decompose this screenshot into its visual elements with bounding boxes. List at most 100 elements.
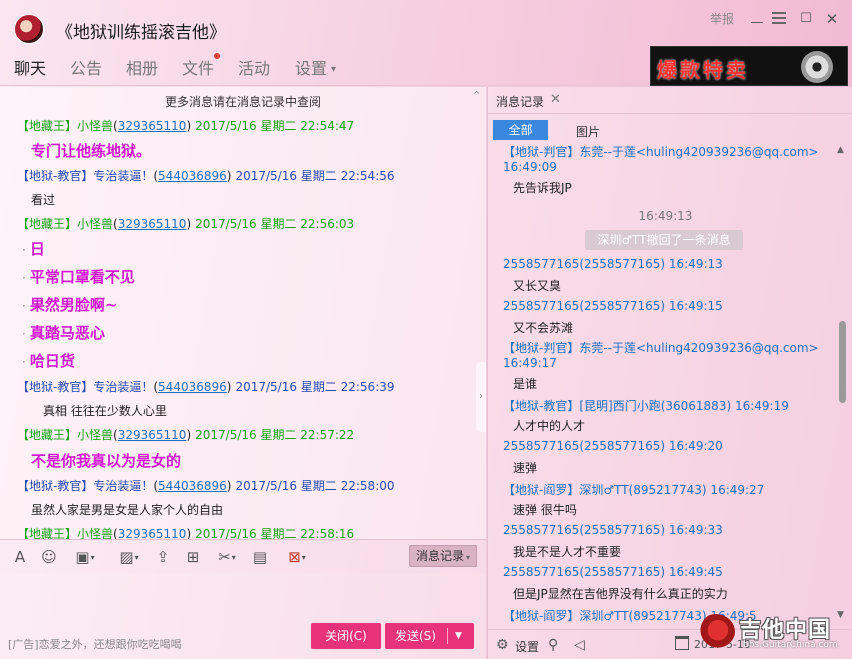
sender-tag: 【地藏王】 — [17, 428, 78, 442]
speaker-icon[interactable]: ◁ — [574, 637, 585, 653]
maximize-button[interactable]: ☐ — [797, 10, 815, 28]
message-content: 虽然人家是男是女是人家个人的自由 — [31, 503, 224, 517]
qq-number[interactable]: 329365110 — [118, 217, 187, 231]
message-input[interactable]: [广告]恋爱之外，还想跟你吃吃喝喝 关闭(C) 发送(S) ▼ — [0, 573, 486, 659]
qq-number[interactable]: 329365110 — [118, 119, 187, 133]
qq-number[interactable]: 544036896 — [158, 380, 227, 394]
chat-area[interactable]: 更多消息请在消息记录中查阅 ⌃ 【地藏王】小怪兽(329365110) 2017/… — [0, 87, 486, 541]
message-time: 2017/5/16 星期二 22:57:22 — [195, 428, 355, 442]
history-message-header[interactable]: 2558577165(2558577165) 16:49:15 — [503, 299, 723, 313]
chevron-down-icon[interactable]: ▼ — [455, 623, 462, 649]
history-message-header[interactable]: 【地狱-阎罗】深圳♂TT(895217743) 16:49:27 — [503, 481, 764, 498]
disc-icon — [801, 51, 833, 83]
filter-images-button[interactable]: 图片 — [576, 123, 600, 140]
qq-paren: ) — [226, 479, 232, 493]
filter-all-button[interactable]: 全部 — [493, 120, 548, 140]
sender-name[interactable]: 小怪兽 — [77, 428, 113, 442]
tab-chat[interactable]: 聊天 — [14, 55, 46, 79]
sender-name[interactable]: 专治装逼！ — [93, 479, 153, 493]
tab-label: 聊天 — [14, 59, 47, 78]
search-icon[interactable]: ⚲ — [548, 637, 558, 653]
history-message-text: 又长又臭 — [513, 279, 562, 293]
gift-button[interactable]: ▣▾ — [68, 547, 102, 567]
message-text: · 平常口罩看不见 — [22, 266, 135, 287]
collapse-icon[interactable]: ⌃ — [472, 89, 484, 102]
history-message-text: 又不会苏滩 — [513, 321, 574, 335]
message-time: 2017/5/16 星期二 22:54:56 — [235, 169, 395, 183]
report-button[interactable]: 举报 — [707, 10, 737, 28]
send-button[interactable]: 发送(S) ▼ — [385, 623, 474, 649]
image-icon: ▨ — [119, 548, 134, 566]
history-message-header[interactable]: 【地狱-教官】[昆明]西门小跑(36061883) 16:49:19 — [503, 397, 789, 414]
message-header: 【地藏王】小怪兽(329365110) 2017/5/16 星期二 22:57:2… — [17, 426, 354, 443]
guitar-logo-icon — [697, 614, 735, 650]
history-settings-label[interactable]: 设置 — [515, 638, 539, 655]
history-message-header[interactable]: 2558577165(2558577165) 16:49:20 — [503, 439, 723, 453]
tab-announcement[interactable]: 公告 — [70, 55, 102, 79]
sender-tag: 【地狱-教官】 — [17, 380, 94, 394]
history-tab[interactable]: 消息记录 — [496, 93, 544, 110]
toggle-panel-handle[interactable]: › — [476, 362, 486, 432]
present-button[interactable]: ⊞ — [182, 547, 204, 567]
scrollbar-thumb[interactable] — [839, 321, 846, 403]
ad-text-link[interactable]: [广告]恋爱之外，还想跟你吃吃喝喝 — [8, 636, 182, 652]
tab-label: 公告 — [70, 59, 103, 78]
tab-album[interactable]: 相册 — [126, 55, 158, 79]
history-message-header[interactable]: 【地狱-判官】东莞--于莲<huling420939236@qq.com> 16… — [503, 145, 833, 175]
divider — [447, 628, 448, 644]
message-text: 不是你我真以为是女的 — [31, 450, 181, 471]
qq-number[interactable]: 544036896 — [158, 169, 227, 183]
menu-icon[interactable] — [772, 12, 786, 24]
bullet-dot: · — [22, 243, 26, 257]
message-history-button[interactable]: 消息记录 ▾ — [409, 545, 477, 567]
qq-number[interactable]: 544036896 — [158, 479, 227, 493]
history-file-icon: ▤ — [252, 548, 268, 566]
history-file-button[interactable]: ▤ — [249, 547, 271, 567]
emoji-button[interactable]: ☺ — [38, 547, 60, 567]
ad-banner[interactable]: 爆款特卖 — [650, 46, 848, 86]
close-button[interactable]: 关闭(C) — [311, 623, 381, 649]
message-text: · 日 — [22, 238, 45, 259]
history-message-header[interactable]: 2558577165(2558577165) 16:49:33 — [503, 523, 723, 537]
font-button[interactable]: A — [9, 547, 31, 567]
system-time: 16:49:13 — [638, 209, 693, 223]
history-message-text: 是谁 — [513, 377, 538, 391]
ad-banner-text: 爆款特卖 — [657, 58, 749, 82]
tab-label: 相册 — [126, 59, 159, 78]
remote-button[interactable]: ⊠▾ — [280, 547, 314, 567]
minimize-button[interactable]: — — [748, 14, 766, 32]
settings-icon[interactable]: ⚙ — [496, 637, 509, 653]
message-text: 真相 往往在少数人心里 — [43, 402, 167, 419]
message-header: 【地藏王】小怪兽(329365110) 2017/5/16 星期二 22:56:0… — [17, 215, 354, 232]
screenshot-button[interactable]: ✂▾ — [210, 547, 244, 567]
chevron-down-icon: ▾ — [90, 553, 95, 562]
sender-name[interactable]: 小怪兽 — [77, 217, 113, 231]
upload-button[interactable]: ⇪ — [152, 547, 174, 567]
tab-files[interactable]: 文件 — [182, 53, 221, 79]
watermark-url: bbs.GuitarChina.com — [743, 640, 838, 650]
tab-settings[interactable]: 设置 ▾ — [295, 55, 336, 79]
sender-tag: 【地藏王】 — [17, 217, 78, 231]
tab-activity[interactable]: 活动 — [238, 55, 270, 79]
group-avatar[interactable] — [14, 14, 44, 44]
history-message-header[interactable]: 【地狱-判官】东莞--于莲<huling420939236@qq.com> 16… — [503, 341, 833, 371]
image-button[interactable]: ▨▾ — [112, 547, 146, 567]
message-time: 2017/5/16 星期二 22:56:39 — [235, 380, 395, 394]
qq-paren: ) — [186, 217, 192, 231]
more-messages-notice[interactable]: 更多消息请在消息记录中查阅 — [0, 93, 486, 110]
close-history-button[interactable]: ✕ — [550, 92, 561, 107]
close-icon: ✕ — [550, 92, 561, 107]
history-message-header[interactable]: 2558577165(2558577165) 16:49:13 — [503, 257, 723, 271]
message-text: 看过 — [31, 191, 55, 208]
calendar-icon[interactable] — [675, 636, 689, 650]
qq-number[interactable]: 329365110 — [118, 428, 187, 442]
sender-name[interactable]: 专治装逼！ — [93, 169, 153, 183]
window-header: 《地狱训练摇滚吉他》 举报 — ☐ ✕ 聊天 公告 相册 文件 活动 设置 ▾ 爆… — [0, 0, 852, 86]
scroll-up-arrow[interactable]: ▲ — [837, 145, 844, 155]
sender-name[interactable]: 专治装逼！ — [93, 380, 153, 394]
sender-name[interactable]: 小怪兽 — [77, 119, 113, 133]
message-content: 专门让他练地狱。 — [31, 142, 152, 160]
close-window-button[interactable]: ✕ — [823, 10, 841, 28]
history-message-header[interactable]: 2558577165(2558577165) 16:49:45 — [503, 565, 723, 579]
message-text: · 哈日货 — [22, 350, 75, 371]
